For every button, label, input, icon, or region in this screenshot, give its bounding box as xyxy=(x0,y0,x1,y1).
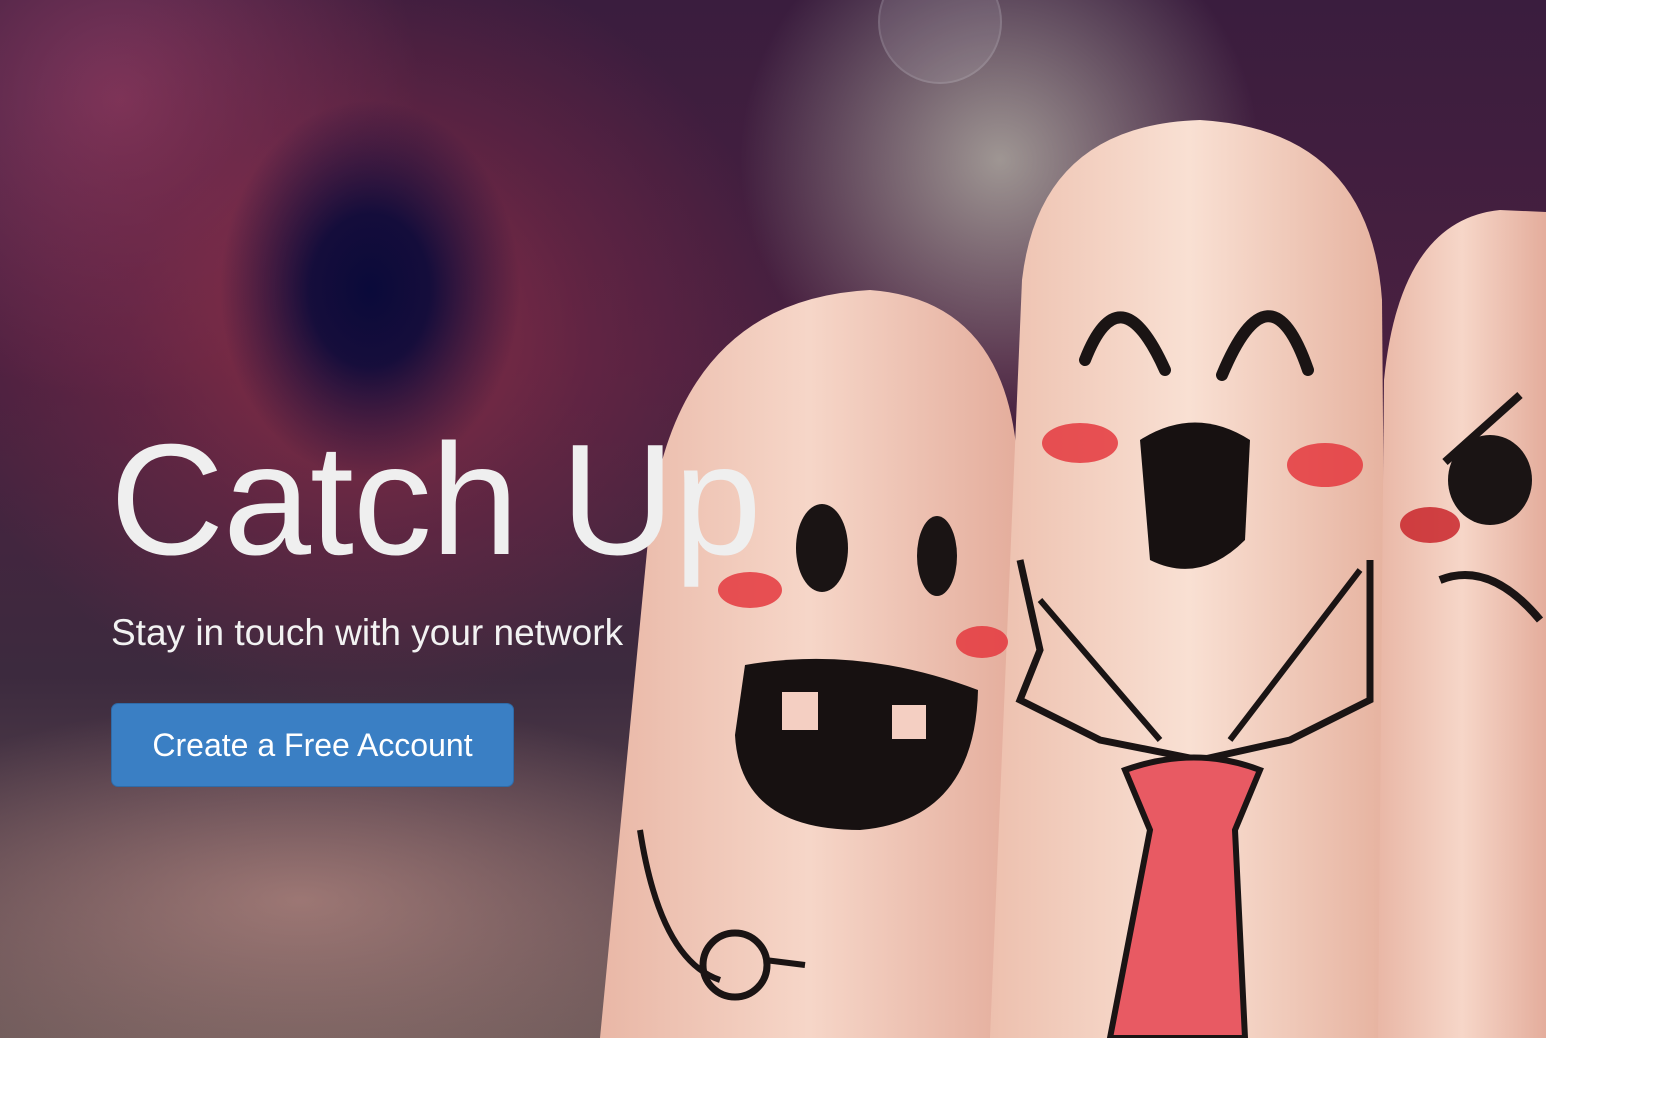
create-account-button[interactable]: Create a Free Account xyxy=(111,703,514,787)
hero-title: Catch Up xyxy=(110,412,762,588)
hero-tagline: Stay in touch with your network xyxy=(111,612,624,653)
right-finger xyxy=(1378,210,1546,1038)
hero-section: Catch Up Stay in touch with your network… xyxy=(0,0,1546,1038)
